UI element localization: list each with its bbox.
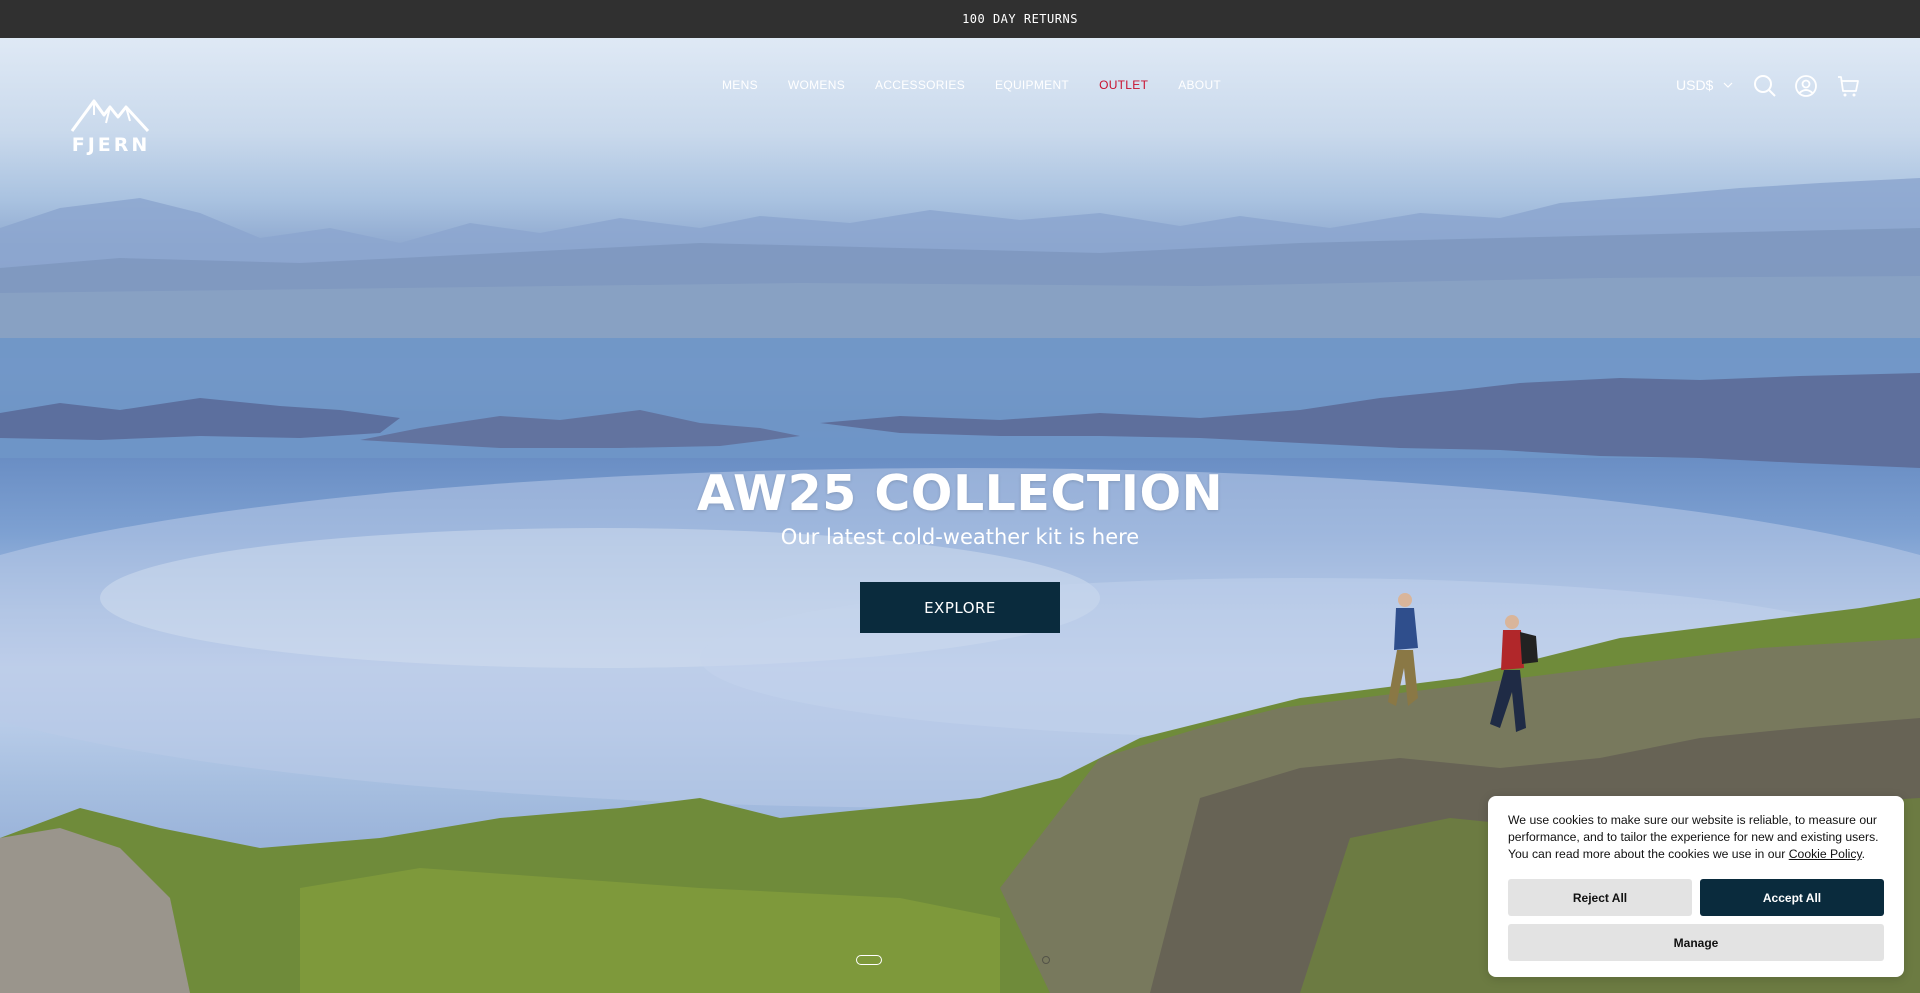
accept-all-button[interactable]: Accept All xyxy=(1700,879,1884,916)
nav-item-accessories[interactable]: ACCESSORIES xyxy=(875,78,965,92)
currency-label: USD$ xyxy=(1676,77,1714,93)
manage-cookies-button[interactable]: Manage xyxy=(1508,924,1884,961)
main-nav: MENS WOMENS ACCESSORIES EQUIPMENT OUTLET… xyxy=(722,78,1251,92)
carousel-pagination xyxy=(856,955,1050,965)
carousel-dot[interactable] xyxy=(1042,956,1050,964)
explore-button[interactable]: EXPLORE xyxy=(860,582,1060,633)
nav-item-womens[interactable]: WOMENS xyxy=(788,78,845,92)
hero-title: AW25 COLLECTION xyxy=(696,465,1224,522)
account-icon[interactable] xyxy=(1794,74,1818,98)
announcement-bar: 100 DAY RETURNS xyxy=(0,0,1920,38)
search-icon[interactable] xyxy=(1753,74,1777,98)
logo-wordmark: FJERN xyxy=(71,134,151,156)
nav-item-equipment[interactable]: EQUIPMENT xyxy=(995,78,1069,92)
nav-item-about[interactable]: ABOUT xyxy=(1178,78,1221,92)
nav-item-outlet[interactable]: OUTLET xyxy=(1099,78,1148,92)
cookie-policy-link[interactable]: Cookie Policy xyxy=(1789,847,1862,861)
cookie-message-end: . xyxy=(1861,847,1866,861)
hero-subtitle: Our latest cold-weather kit is here xyxy=(780,525,1140,549)
cookie-message: We use cookies to make sure our website … xyxy=(1508,812,1884,863)
cart-icon[interactable] xyxy=(1836,74,1860,98)
chevron-down-icon xyxy=(1723,82,1733,88)
nav-item-mens[interactable]: MENS xyxy=(722,78,758,92)
currency-selector[interactable]: USD$ xyxy=(1676,77,1733,93)
announcement-text: 100 DAY RETURNS xyxy=(962,12,1078,26)
reject-all-button[interactable]: Reject All xyxy=(1508,879,1692,916)
carousel-dot-active[interactable] xyxy=(856,955,882,965)
cookie-banner: We use cookies to make sure our website … xyxy=(1488,796,1904,977)
